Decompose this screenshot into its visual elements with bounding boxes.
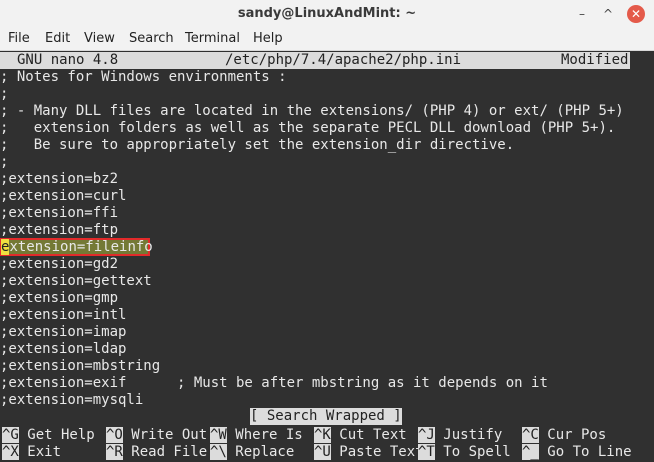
selected-line-text: xtension=fileinfo [9, 239, 153, 255]
shortcut-cur-pos[interactable]: ^C Cur Pos [522, 427, 606, 444]
text-line[interactable]: ;extension=exif ; Must be after mbstring… [0, 375, 548, 392]
shortcut-read-file[interactable]: ^R Read File [106, 444, 207, 461]
shortcut-write-out[interactable]: ^O Write Out [106, 427, 207, 444]
menu-edit[interactable]: Edit [45, 28, 70, 50]
nano-modified-state: Modified [561, 52, 629, 68]
shortcut-go-to-line[interactable]: ^_ Go To Line [522, 444, 632, 461]
text-line[interactable]: ;extension=intl [0, 307, 126, 324]
text-line[interactable]: ;extension=imap [0, 324, 126, 341]
text-line[interactable]: ;extension=ftp [0, 222, 118, 239]
text-line[interactable]: ; [0, 154, 8, 171]
text-line[interactable]: ; extension folders as well as the separ… [0, 120, 615, 137]
text-line[interactable]: ;extension=gd2 [0, 256, 118, 273]
minimize-icon[interactable]: – [574, 6, 590, 22]
text-line[interactable]: ;extension=mbstring [0, 358, 160, 375]
window-title: sandy@LinuxAndMint: ~ [237, 6, 417, 21]
menu-file[interactable]: File [8, 28, 30, 50]
text-line[interactable]: ; Notes for Windows environments : [0, 69, 287, 86]
nano-header: GNU nano 4.8 /etc/php/7.4/apache2/php.in… [0, 52, 630, 69]
text-line[interactable]: ; - Many DLL files are located in the ex… [0, 103, 624, 120]
nano-filename: /etc/php/7.4/apache2/php.ini [225, 52, 462, 68]
shortcut-justify[interactable]: ^J Justify [418, 427, 502, 444]
shortcut-replace[interactable]: ^\ Replace [210, 444, 294, 461]
text-line-selected[interactable]: extension=fileinfo [1, 239, 153, 256]
menubar: File Edit View Search Terminal Help [0, 28, 654, 51]
text-line[interactable]: ;extension=ldap [0, 341, 126, 358]
window-titlebar[interactable]: sandy@LinuxAndMint: ~ – ^ ✕ [0, 0, 654, 28]
text-line[interactable]: ;extension=mysqli [0, 392, 143, 409]
menu-terminal[interactable]: Terminal [185, 28, 240, 50]
text-line[interactable]: ;extension=bz2 [0, 171, 118, 188]
maximize-icon[interactable]: ^ [600, 6, 616, 22]
nano-version: GNU nano 4.8 [17, 52, 119, 68]
text-line[interactable]: ;extension=ffi [0, 205, 118, 222]
terminal-scrollbar[interactable] [644, 51, 654, 462]
text-line[interactable]: ;extension=gmp [0, 290, 118, 307]
terminal-area[interactable]: GNU nano 4.8 /etc/php/7.4/apache2/php.in… [0, 51, 654, 462]
shortcut-paste-text[interactable]: ^U Paste Text [314, 444, 424, 461]
shortcut-get-help[interactable]: ^G Get Help [2, 427, 95, 444]
shortcut-exit[interactable]: ^X Exit [2, 444, 61, 461]
close-icon[interactable]: ✕ [627, 5, 645, 23]
menu-view[interactable]: View [84, 28, 115, 50]
status-message: [ Search Wrapped ] [250, 408, 402, 425]
text-line[interactable]: ;extension=gettext [0, 273, 152, 290]
text-line[interactable]: ; [0, 86, 8, 103]
shortcut-where-is[interactable]: ^W Where Is [210, 427, 303, 444]
text-line[interactable]: ; Be sure to appropriately set the exten… [0, 137, 514, 154]
menu-search[interactable]: Search [129, 28, 174, 50]
text-line[interactable]: ;extension=curl [0, 188, 126, 205]
shortcut-to-spell[interactable]: ^T To Spell [418, 444, 511, 461]
menu-help[interactable]: Help [253, 28, 283, 50]
shortcut-cut-text[interactable]: ^K Cut Text [314, 427, 407, 444]
